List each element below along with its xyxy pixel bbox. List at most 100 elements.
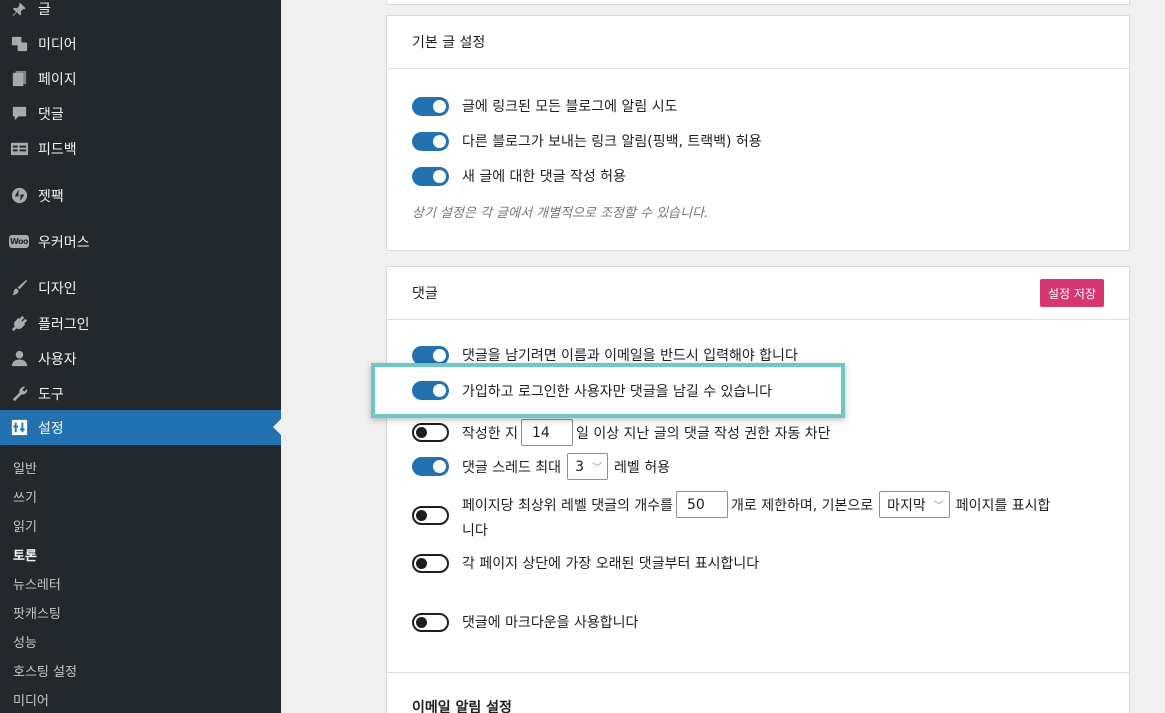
plugin-icon <box>9 314 29 334</box>
chevron-down-icon: ﹀ <box>933 501 944 512</box>
sidebar-item-label: 피드백 <box>38 141 77 158</box>
submenu-performance[interactable]: 성능 <box>13 632 37 651</box>
save-settings-button[interactable]: 설정 저장 <box>1040 279 1104 307</box>
thread-depth-select[interactable]: 3 ﹀ <box>567 453 608 480</box>
setting-row: 각 페이지 상단에 가장 오래된 댓글부터 표시합니다 <box>412 553 759 573</box>
setting-label: 페이지를 표시합 <box>955 497 1051 514</box>
setting-label: 작성한 지 <box>462 425 518 442</box>
sidebar-item-label: 글 <box>38 1 51 18</box>
wrench-icon <box>9 384 29 404</box>
setting-row: 새 글에 대한 댓글 작성 허용 <box>412 166 626 186</box>
feedback-icon <box>9 139 29 159</box>
setting-row: 작성한 지 14 일 이상 지난 글의 댓글 작성 권한 자동 차단 <box>412 419 831 446</box>
sidebar-item-posts[interactable]: 글 <box>0 0 281 26</box>
sidebar-item-label: 우커머스 <box>38 234 90 251</box>
sidebar-item-label: 설정 <box>38 420 64 437</box>
setting-label: 개로 제한하며, 기본으로 <box>731 497 874 514</box>
submenu-media[interactable]: 미디어 <box>13 690 49 709</box>
sidebar-item-appearance[interactable]: 디자인 <box>0 270 281 305</box>
sidebar-item-woocommerce[interactable]: Woo 우커머스 <box>0 224 281 259</box>
setting-label: 페이지당 최상위 레벨 댓글의 개수를 <box>462 497 673 514</box>
main-content: 기본 글 설정 글에 링크된 모든 블로그에 알림 시도 다른 블로그가 보내는… <box>281 0 1165 713</box>
sidebar-item-label: 플러그인 <box>38 316 90 333</box>
toggle-switch[interactable] <box>412 381 449 400</box>
toggle-switch[interactable] <box>412 345 449 365</box>
setting-row: 페이지당 최상위 레벨 댓글의 개수를 50 개로 제한하며, 기본으로 마지막… <box>412 491 1112 540</box>
sidebar-item-comments[interactable]: 댓글 <box>0 96 281 131</box>
chevron-down-icon: ﹀ <box>591 463 602 474</box>
toggle-switch[interactable] <box>412 553 449 573</box>
pin-icon <box>9 0 29 19</box>
toggle-switch[interactable] <box>412 506 449 525</box>
submenu-podcasting[interactable]: 팟캐스팅 <box>13 603 61 622</box>
default-page-select[interactable]: 마지막 ﹀ <box>879 491 950 518</box>
comments-per-page-input[interactable]: 50 <box>676 491 728 518</box>
auto-close-days-input[interactable]: 14 <box>520 419 573 446</box>
submenu-newsletter[interactable]: 뉴스레터 <box>13 574 61 593</box>
divider <box>387 672 1129 673</box>
card-title: 기본 글 설정 <box>387 16 1129 69</box>
sidebar-item-settings[interactable]: 설정 <box>0 410 281 445</box>
toggle-switch[interactable] <box>412 423 449 442</box>
sidebar-item-jetpack[interactable]: 젯팩 <box>0 178 281 213</box>
sidebar-item-label: 페이지 <box>38 71 77 88</box>
highlighted-setting-row: 가입하고 로그인한 사용자만 댓글을 남길 수 있습니다 <box>371 363 845 418</box>
sidebar-item-pages[interactable]: 페이지 <box>0 61 281 96</box>
settings-icon <box>9 418 29 438</box>
sidebar-item-tools[interactable]: 도구 <box>0 376 281 411</box>
settings-note: 상기 설정은 각 글에서 개별적으로 조정할 수 있습니다. <box>412 206 709 221</box>
comments-settings-card: 댓글 설정 저장 댓글을 남기려면 이름과 이메일을 반드시 입력해야 합니다 … <box>386 266 1130 713</box>
sidebar-item-label: 댓글 <box>38 106 64 123</box>
sidebar-item-label: 미디어 <box>38 36 77 53</box>
select-value: 마지막 <box>887 497 926 514</box>
sidebar-item-label: 도구 <box>38 386 64 403</box>
sidebar-item-media[interactable]: 미디어 <box>0 26 281 61</box>
setting-label: 각 페이지 상단에 가장 오래된 댓글부터 표시합니다 <box>462 556 760 572</box>
toggle-switch[interactable] <box>412 612 449 632</box>
admin-sidebar: 글 미디어 페이지 댓글 피드백 젯팩 Woo 우커머스 디자인 플러그인 사용… <box>0 0 281 713</box>
toggle-switch[interactable] <box>412 96 449 116</box>
comment-icon <box>9 104 29 124</box>
toggle-switch[interactable] <box>412 166 449 186</box>
sidebar-item-label: 젯팩 <box>38 188 64 205</box>
default-post-settings-card: 기본 글 설정 글에 링크된 모든 블로그에 알림 시도 다른 블로그가 보내는… <box>386 15 1130 251</box>
sidebar-item-label: 사용자 <box>38 351 77 368</box>
woocommerce-icon: Woo <box>8 235 30 248</box>
submenu-hosting-settings[interactable]: 호스팅 설정 <box>13 661 77 680</box>
setting-row: 글에 링크된 모든 블로그에 알림 시도 <box>412 96 677 116</box>
setting-label-wrap: 니다 <box>462 523 488 539</box>
setting-label: 새 글에 대한 댓글 작성 허용 <box>462 169 626 185</box>
toggle-switch[interactable] <box>412 457 449 476</box>
card-title: 댓글 <box>387 267 1129 320</box>
setting-label: 댓글에 마크다운을 사용합니다 <box>462 615 639 631</box>
sidebar-item-feedback[interactable]: 피드백 <box>0 131 281 166</box>
page-icon <box>9 69 29 89</box>
setting-label: 댓글 스레드 최대 <box>462 459 562 476</box>
setting-row: 댓글 스레드 최대 3 ﹀ 레벨 허용 <box>412 453 670 480</box>
setting-label: 가입하고 로그인한 사용자만 댓글을 남길 수 있습니다 <box>462 383 773 400</box>
setting-label: 다른 블로그가 보내는 링크 알림(핑백, 트랙백) 허용 <box>462 134 762 150</box>
brush-icon <box>9 278 29 298</box>
select-value: 3 <box>575 458 584 475</box>
previous-card <box>386 0 1130 5</box>
sidebar-item-users[interactable]: 사용자 <box>0 341 281 376</box>
submenu-reading[interactable]: 읽기 <box>13 516 37 535</box>
submenu-writing[interactable]: 쓰기 <box>13 487 37 506</box>
setting-row: 다른 블로그가 보내는 링크 알림(핑백, 트랙백) 허용 <box>412 131 762 151</box>
email-settings-title: 이메일 알림 설정 <box>412 700 512 713</box>
submenu-discussion[interactable]: 토론 <box>13 545 37 564</box>
setting-label: 레벨 허용 <box>613 459 670 476</box>
sidebar-item-plugins[interactable]: 플러그인 <box>0 306 281 341</box>
setting-row: 댓글을 남기려면 이름과 이메일을 반드시 입력해야 합니다 <box>412 345 798 365</box>
setting-label: 글에 링크된 모든 블로그에 알림 시도 <box>462 99 678 115</box>
submenu-general[interactable]: 일반 <box>13 458 37 477</box>
setting-label: 댓글을 남기려면 이름과 이메일을 반드시 입력해야 합니다 <box>462 348 798 364</box>
setting-label: 일 이상 지난 글의 댓글 작성 권한 자동 차단 <box>575 425 831 442</box>
user-icon <box>9 349 29 369</box>
jetpack-icon <box>9 186 29 206</box>
paging-setting: 페이지당 최상위 레벨 댓글의 개수를 50 개로 제한하며, 기본으로 마지막… <box>462 491 1112 540</box>
media-icon <box>9 34 29 54</box>
toggle-switch[interactable] <box>412 131 449 151</box>
setting-row: 댓글에 마크다운을 사용합니다 <box>412 612 638 632</box>
sidebar-item-label: 디자인 <box>38 280 77 297</box>
